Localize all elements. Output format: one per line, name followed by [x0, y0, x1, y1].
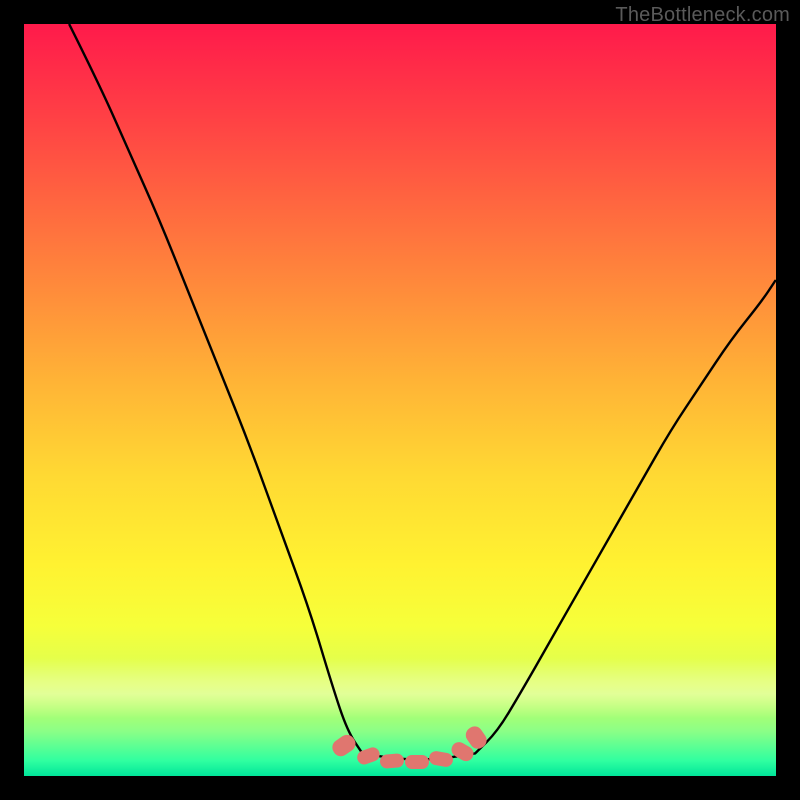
- floor-blob: [380, 753, 405, 769]
- watermark-text: TheBottleneck.com: [615, 4, 790, 27]
- bottleneck-curve: [24, 24, 776, 776]
- floor-blob: [428, 750, 454, 768]
- floor-blob: [329, 732, 359, 760]
- floor-blob: [355, 746, 381, 767]
- highlight-band: [24, 658, 776, 718]
- floor-blob: [405, 755, 429, 769]
- chart-area: [24, 24, 776, 776]
- curve-path: [69, 24, 776, 760]
